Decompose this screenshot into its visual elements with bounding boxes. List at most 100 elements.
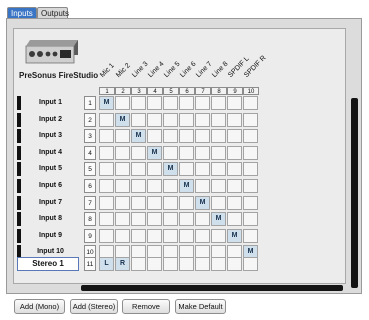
routing-cell[interactable] [179, 212, 194, 226]
routing-cell[interactable] [131, 179, 146, 193]
routing-cell[interactable] [243, 179, 258, 193]
row-label[interactable]: Input 7 [22, 196, 79, 210]
routing-cell[interactable] [211, 196, 226, 210]
routing-cell[interactable] [195, 129, 210, 143]
routing-cell[interactable] [211, 129, 226, 143]
routing-cell[interactable] [227, 212, 242, 226]
routing-cell[interactable] [179, 162, 194, 176]
routing-cell[interactable] [243, 113, 258, 127]
routing-cell[interactable] [195, 212, 210, 226]
routing-cell[interactable] [195, 257, 210, 271]
routing-cell[interactable] [147, 229, 162, 243]
row-label[interactable]: Input 8 [22, 212, 79, 226]
routing-cell[interactable] [179, 229, 194, 243]
routing-cell[interactable] [227, 196, 242, 210]
routing-cell[interactable] [179, 96, 194, 110]
routing-cell[interactable] [131, 229, 146, 243]
routing-cell[interactable] [115, 212, 130, 226]
routing-cell[interactable] [147, 212, 162, 226]
routing-cell[interactable] [163, 113, 178, 127]
routing-cell[interactable]: M [99, 96, 114, 110]
stereo-name-field[interactable]: Stereo 1 [17, 257, 79, 271]
routing-cell[interactable] [243, 162, 258, 176]
row-label[interactable]: Input 3 [22, 129, 79, 143]
routing-cell[interactable] [131, 257, 146, 271]
routing-cell[interactable] [211, 257, 226, 271]
routing-cell[interactable] [147, 162, 162, 176]
routing-cell[interactable] [131, 96, 146, 110]
routing-cell[interactable]: M [131, 129, 146, 143]
routing-cell[interactable] [131, 212, 146, 226]
routing-cell[interactable] [227, 129, 242, 143]
routing-cell[interactable] [163, 196, 178, 210]
horizontal-scrollbar[interactable] [81, 285, 343, 291]
routing-cell[interactable] [147, 113, 162, 127]
routing-cell[interactable] [147, 129, 162, 143]
routing-cell[interactable] [115, 179, 130, 193]
routing-cell[interactable] [195, 179, 210, 193]
routing-cell[interactable] [227, 257, 242, 271]
routing-cell[interactable]: M [147, 146, 162, 160]
routing-cell[interactable]: M [163, 162, 178, 176]
routing-cell[interactable] [179, 196, 194, 210]
routing-cell[interactable] [131, 113, 146, 127]
routing-cell[interactable] [227, 113, 242, 127]
routing-cell[interactable] [211, 146, 226, 160]
routing-cell[interactable] [163, 229, 178, 243]
routing-cell[interactable]: L [99, 257, 114, 271]
routing-cell[interactable] [99, 229, 114, 243]
routing-cell[interactable] [131, 146, 146, 160]
row-label[interactable]: Input 6 [22, 179, 79, 193]
routing-cell[interactable] [227, 146, 242, 160]
routing-cell[interactable]: M [211, 212, 226, 226]
routing-cell[interactable] [163, 257, 178, 271]
routing-cell[interactable] [99, 179, 114, 193]
routing-cell[interactable] [211, 96, 226, 110]
routing-cell[interactable] [243, 196, 258, 210]
routing-cell[interactable] [115, 162, 130, 176]
routing-cell[interactable] [115, 129, 130, 143]
routing-cell[interactable]: M [179, 179, 194, 193]
routing-cell[interactable]: M [195, 196, 210, 210]
routing-cell[interactable] [243, 229, 258, 243]
routing-cell[interactable] [163, 212, 178, 226]
routing-cell[interactable] [195, 162, 210, 176]
routing-cell[interactable] [227, 96, 242, 110]
routing-cell[interactable] [115, 229, 130, 243]
routing-cell[interactable] [163, 146, 178, 160]
routing-cell[interactable] [243, 146, 258, 160]
routing-cell[interactable] [227, 179, 242, 193]
routing-cell[interactable] [179, 113, 194, 127]
routing-cell[interactable] [163, 96, 178, 110]
routing-cell[interactable]: M [115, 113, 130, 127]
routing-cell[interactable] [147, 96, 162, 110]
routing-cell[interactable] [115, 196, 130, 210]
row-label[interactable]: Input 9 [22, 229, 79, 243]
routing-cell[interactable] [163, 129, 178, 143]
routing-cell[interactable] [211, 162, 226, 176]
routing-cell[interactable] [227, 162, 242, 176]
routing-cell[interactable] [99, 113, 114, 127]
routing-cell[interactable] [179, 129, 194, 143]
make-default-button[interactable]: Make Default [175, 299, 226, 314]
routing-cell[interactable] [99, 129, 114, 143]
row-label[interactable]: Input 5 [22, 162, 79, 176]
routing-cell[interactable] [195, 146, 210, 160]
add-stereo-button[interactable]: Add (Stereo) [70, 299, 118, 314]
routing-cell[interactable] [99, 196, 114, 210]
routing-cell[interactable] [115, 96, 130, 110]
routing-cell[interactable] [163, 179, 178, 193]
routing-cell[interactable] [211, 113, 226, 127]
row-label[interactable]: Input 4 [22, 146, 79, 160]
row-label[interactable]: Input 1 [22, 96, 79, 110]
routing-cell[interactable] [195, 113, 210, 127]
routing-cell[interactable] [131, 196, 146, 210]
routing-cell[interactable] [243, 212, 258, 226]
routing-cell[interactable]: M [227, 229, 242, 243]
routing-cell[interactable] [211, 229, 226, 243]
routing-cell[interactable] [131, 162, 146, 176]
routing-cell[interactable] [179, 146, 194, 160]
add-mono-button[interactable]: Add (Mono) [14, 299, 65, 314]
routing-cell[interactable] [147, 196, 162, 210]
routing-cell[interactable] [243, 257, 258, 271]
